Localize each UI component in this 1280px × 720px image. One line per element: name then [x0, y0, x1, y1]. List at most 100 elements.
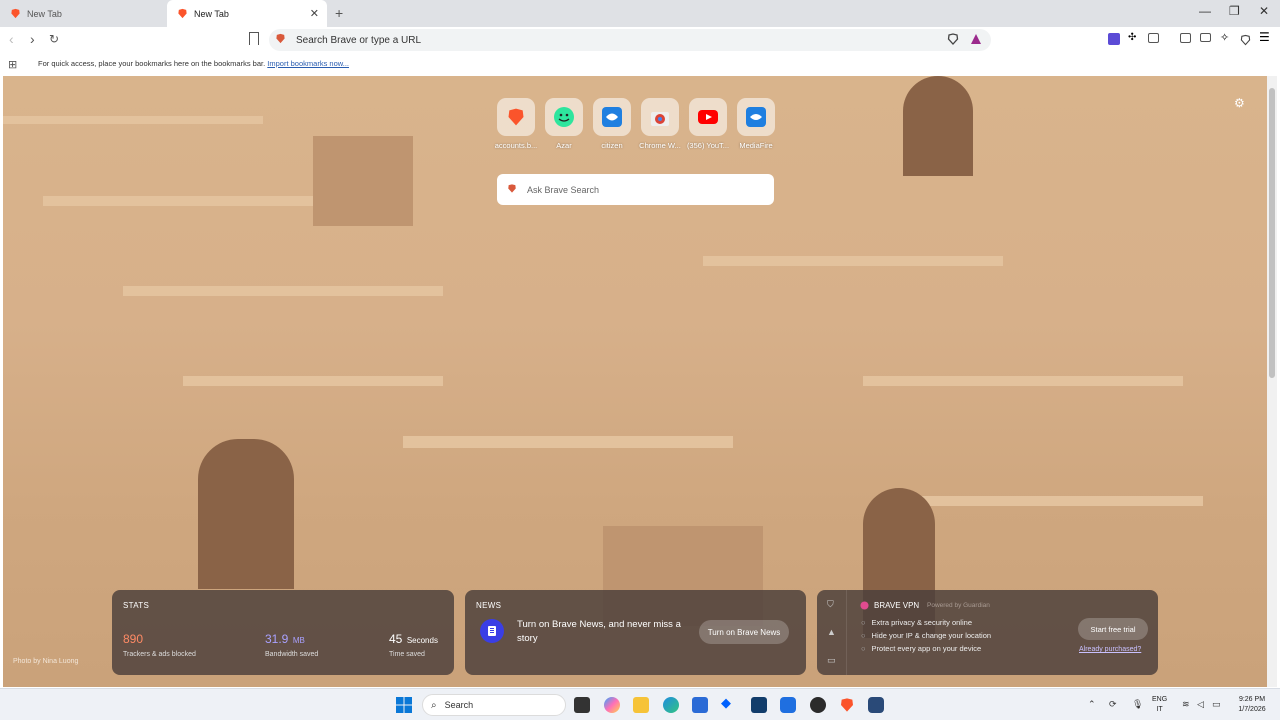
time-value: 45: [389, 632, 403, 646]
microphone-icon[interactable]: 🎙: [1132, 699, 1143, 710]
vpn-logo-icon: [860, 601, 869, 610]
new-tab-plus-icon[interactable]: +: [335, 5, 343, 21]
brave-browser-icon[interactable]: [839, 697, 855, 713]
menu-icon[interactable]: ☰: [1259, 30, 1271, 44]
top-site-label: (356) YouT...: [686, 141, 730, 150]
time-label: Time saved: [389, 651, 425, 658]
chevron-up-icon[interactable]: ⌃: [1088, 699, 1096, 710]
chrome-web-store-icon: [641, 98, 679, 136]
vpn-feature-text: Hide your IP & change your location: [871, 631, 992, 640]
trackers-value: 890: [123, 632, 144, 646]
brave-lion-icon: [497, 98, 535, 136]
minimize-window-icon[interactable]: —: [1199, 4, 1211, 18]
tab-new-tab-2[interactable]: New Tab ✕: [167, 0, 327, 27]
address-placeholder: Search Brave or type a URL: [296, 34, 422, 46]
apps-grid-icon[interactable]: ⊞: [8, 58, 17, 71]
language-indicator[interactable]: ENG IT: [1152, 695, 1167, 715]
forward-arrow-icon[interactable]: ›: [30, 31, 35, 47]
brave-lion-icon: [10, 8, 21, 19]
dropbox-icon[interactable]: ◆: [721, 695, 737, 711]
mediafire-icon: [737, 98, 775, 136]
vpn-powered-by: Powered by Guardian: [927, 602, 990, 609]
clock[interactable]: 9:26 PM 1/7/2026: [1232, 695, 1272, 715]
app-icon[interactable]: [810, 697, 826, 713]
reload-icon[interactable]: ↻: [49, 32, 59, 46]
bookmarks-hint: For quick access, place your bookmarks h…: [38, 59, 266, 68]
turn-on-news-button[interactable]: Turn on Brave News: [699, 620, 789, 644]
close-window-icon[interactable]: ✕: [1259, 4, 1269, 18]
top-site-label: Azar: [556, 141, 572, 150]
puzzle-extensions-icon[interactable]: ✣: [1128, 32, 1140, 44]
app-icon[interactable]: [868, 697, 884, 713]
top-site-mediafire[interactable]: MediaFire: [732, 98, 780, 150]
start-free-trial-button[interactable]: Start free trial: [1078, 618, 1148, 640]
brave-rewards-icon[interactable]: [970, 33, 982, 48]
top-site-accounts[interactable]: accounts.b...: [492, 98, 540, 150]
vpn-feature-text: Protect every app on your device: [871, 644, 982, 653]
brave-shields-icon[interactable]: [947, 33, 959, 48]
top-site-label: accounts.b...: [494, 141, 538, 150]
rewards-triangle-icon[interactable]: ▲: [827, 627, 836, 637]
close-tab-icon[interactable]: ✕: [310, 7, 319, 20]
microsoft-store-icon[interactable]: [692, 697, 708, 713]
tab-strip: New Tab New Tab ✕ + — ❐ ✕: [0, 0, 1280, 27]
time-unit: Seconds: [406, 636, 438, 645]
brave-search-box[interactable]: Ask Brave Search: [497, 174, 774, 205]
leo-ai-icon[interactable]: ✧: [1220, 31, 1232, 44]
tab-new-tab-1[interactable]: New Tab: [0, 0, 165, 27]
vpn-shield-icon[interactable]: ⛉: [827, 599, 834, 610]
wallet-icon[interactable]: [1200, 33, 1211, 42]
task-view-icon[interactable]: [574, 697, 590, 713]
wifi-icon[interactable]: ≋: [1182, 699, 1190, 710]
app-icon[interactable]: [751, 697, 767, 713]
vpn-feature: ○ Protect every app on your device: [861, 644, 981, 653]
vpn-shield-icon[interactable]: [1240, 33, 1252, 46]
top-site-label: citizen: [601, 141, 623, 150]
page-scrollbar[interactable]: [1267, 76, 1277, 687]
back-arrow-icon[interactable]: ‹: [9, 31, 14, 47]
bandwidth-unit: MB: [292, 636, 305, 645]
top-site-citizen[interactable]: citizen: [588, 98, 636, 150]
bookmark-icon[interactable]: [249, 32, 259, 45]
restore-window-icon[interactable]: ❐: [1229, 4, 1240, 18]
address-bar[interactable]: Search Brave or type a URL: [269, 29, 991, 51]
volume-icon[interactable]: ◁: [1197, 699, 1204, 710]
top-site-youtube[interactable]: (356) YouT...: [684, 98, 732, 150]
already-purchased-link[interactable]: Already purchased?: [1079, 646, 1141, 653]
media-icon[interactable]: [1148, 33, 1159, 43]
copilot-icon[interactable]: [604, 697, 620, 713]
clock-date: 1/7/2026: [1238, 706, 1266, 713]
scrollbar-thumb[interactable]: [1269, 88, 1275, 378]
bandwidth-value: 31.9: [265, 632, 289, 646]
edge-icon[interactable]: [663, 697, 679, 713]
windows-start-icon[interactable]: [396, 697, 412, 713]
taskbar-search[interactable]: ⌕ Search: [422, 694, 566, 716]
brave-lion-icon: [507, 183, 517, 196]
extension-icon[interactable]: [1108, 33, 1120, 45]
top-sites: accounts.b... Azar citizen Chrome W... (…: [492, 98, 780, 150]
trackers-label: Trackers & ads blocked: [123, 651, 196, 658]
vpn-widget: ⛉ ▲ ▭ BRAVE VPN Powered by Guardian ○ Ext…: [817, 590, 1158, 675]
youtube-icon: [689, 98, 727, 136]
sidebar-icon[interactable]: [1180, 33, 1191, 43]
battery-icon[interactable]: ▭: [1212, 699, 1221, 710]
top-site-azar[interactable]: Azar: [540, 98, 588, 150]
photo-credit: Photo by Nina Luong: [13, 658, 79, 665]
check-icon: ○: [861, 631, 866, 640]
taskbar-search-label: Search: [444, 700, 474, 710]
gear-icon[interactable]: ⚙: [1234, 96, 1245, 110]
outlook-icon[interactable]: [780, 697, 796, 713]
import-bookmarks-link[interactable]: Import bookmarks now...: [267, 59, 349, 68]
search-placeholder: Ask Brave Search: [527, 184, 600, 195]
sync-icon[interactable]: ⟳: [1109, 699, 1117, 710]
news-icon: [480, 619, 504, 643]
check-icon: ○: [861, 618, 866, 627]
tab-title: New Tab: [27, 8, 62, 19]
bookmarks-bar: ⊞ For quick access, place your bookmarks…: [0, 53, 1280, 75]
time-stat: 45 Seconds Time saved: [389, 630, 438, 658]
top-site-chrome-web-store[interactable]: Chrome W...: [636, 98, 684, 150]
file-explorer-icon[interactable]: [633, 697, 649, 713]
top-site-label: Chrome W...: [639, 141, 681, 150]
card-icon[interactable]: ▭: [827, 655, 836, 666]
top-site-label: MediaFire: [739, 141, 773, 150]
